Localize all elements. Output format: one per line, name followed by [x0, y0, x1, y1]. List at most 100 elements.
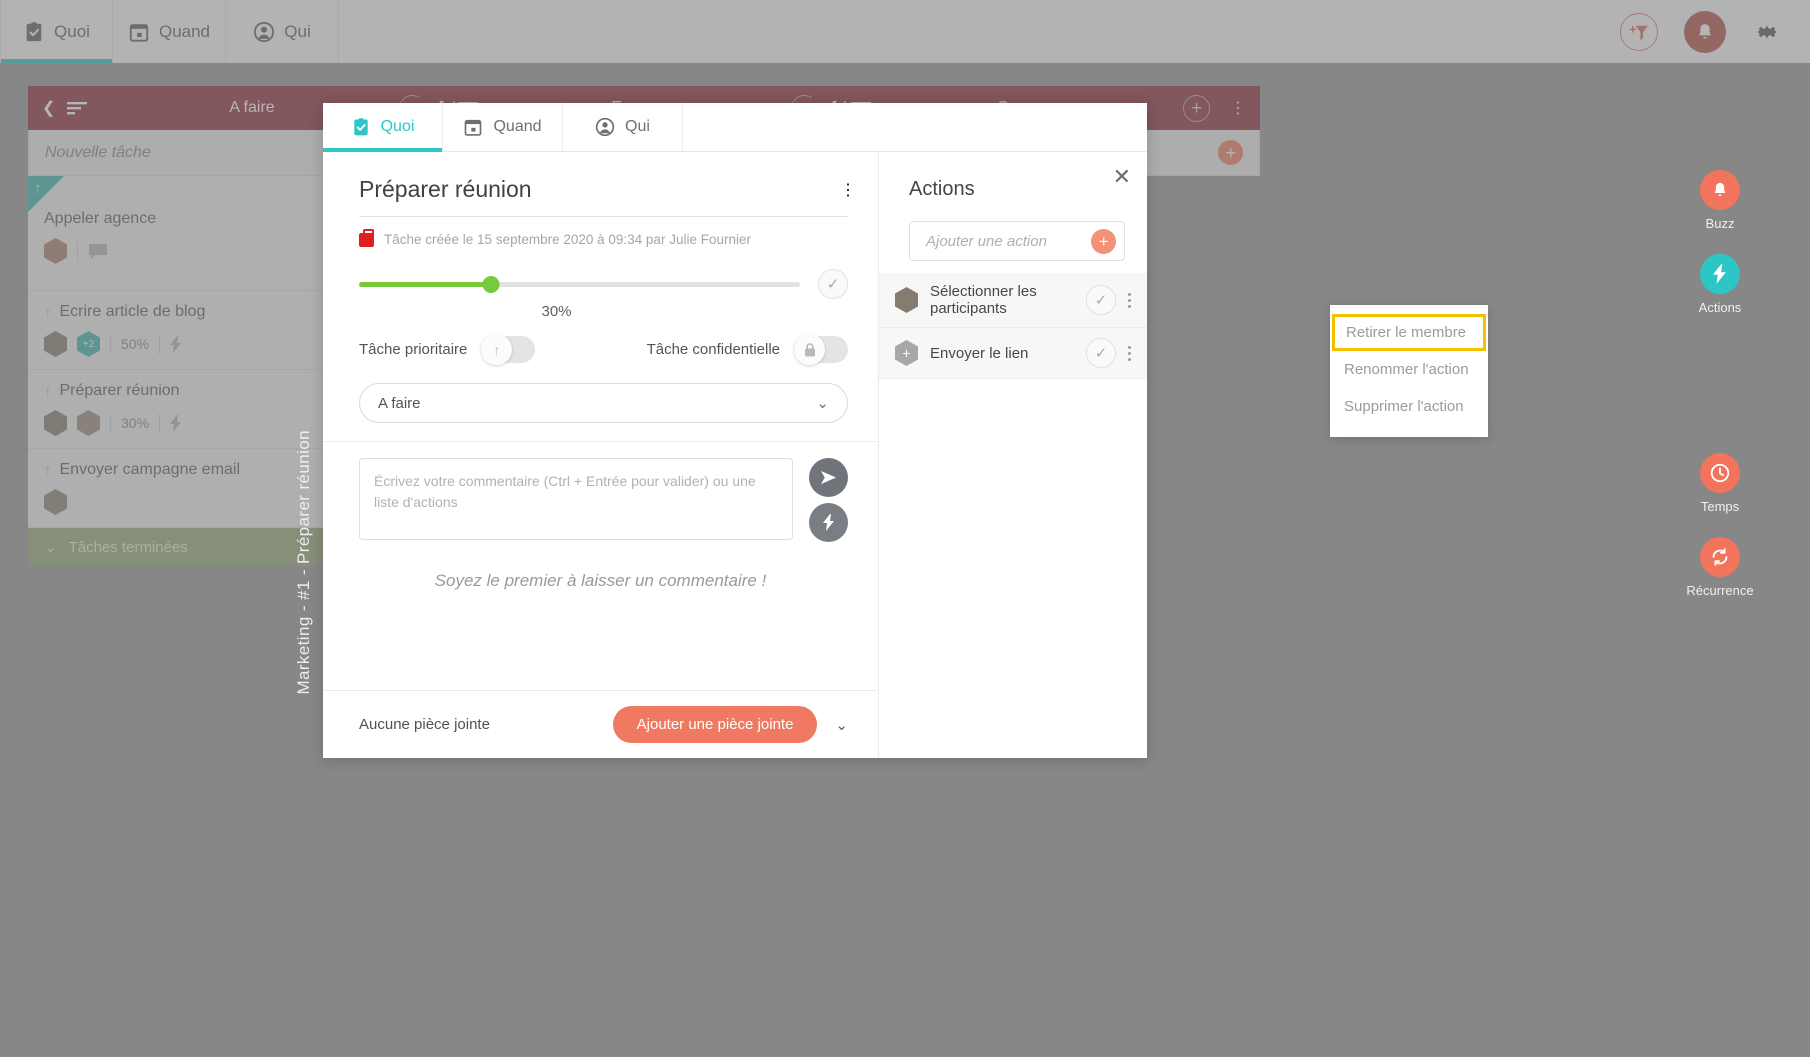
clipboard-check-icon: [353, 118, 368, 136]
task-title: Préparer réunion: [359, 176, 848, 217]
settings-button[interactable]: [1752, 17, 1782, 47]
task-toggles: Tâche prioritaire ↑ Tâche confidentielle: [323, 320, 878, 365]
add-member-icon[interactable]: +: [895, 340, 918, 366]
tab-quoi[interactable]: Quoi: [323, 103, 443, 152]
new-task-placeholder: Nouvelle tâche: [45, 143, 151, 161]
rail-item-temps[interactable]: Temps: [1672, 453, 1768, 514]
app-root: Quoi Quand Qui ❮ A faire Nouvelle tâche …: [0, 0, 1810, 1057]
status-select[interactable]: A faire ⌄: [359, 383, 848, 423]
tab-qui[interactable]: Qui: [563, 103, 683, 151]
briefcase-icon: [359, 228, 374, 247]
slider-knob[interactable]: [482, 275, 500, 293]
comment-input[interactable]: Écrivez votre commentaire (Ctrl + Entrée…: [359, 458, 793, 540]
comment-icon: [89, 243, 107, 259]
clipboard-check-icon: [26, 21, 42, 41]
priority-toggle[interactable]: ↑: [481, 334, 536, 365]
add-column-button[interactable]: +: [1183, 95, 1210, 122]
top-tab-quoi[interactable]: Quoi: [0, 0, 113, 63]
divider: [159, 413, 161, 433]
notifications-button[interactable]: [1684, 10, 1726, 53]
arrow-up-icon: ↑: [44, 382, 52, 400]
quick-action-button[interactable]: [809, 503, 848, 542]
top-tab-label: Qui: [284, 21, 311, 41]
tab-quand[interactable]: Quand: [443, 103, 563, 151]
comment-buttons: [809, 458, 848, 542]
top-tab-label: Quoi: [54, 21, 90, 41]
send-icon: [821, 470, 836, 485]
task-card-percent: 50%: [121, 336, 150, 352]
action-menu-icon[interactable]: [1128, 345, 1131, 361]
add-action-button[interactable]: +: [1091, 228, 1116, 254]
modal-header: Préparer réunion ⋮ Tâche créée le 15 sep…: [323, 152, 878, 247]
top-nav: Quoi Quand Qui: [0, 0, 339, 63]
rail-item-buzz[interactable]: Buzz: [1672, 170, 1768, 231]
modal-main-panel: Préparer réunion ⋮ Tâche créée le 15 sep…: [323, 152, 879, 758]
progress-slider-row: ✓: [323, 247, 878, 299]
filter-add-button[interactable]: [1620, 12, 1658, 51]
attachment-status: Aucune pièce jointe: [359, 716, 490, 733]
completed-tasks-label: Tâches terminées: [68, 538, 188, 556]
task-detail-modal: Quoi Quand Qui Préparer réunion ⋮ Tâche …: [323, 103, 1147, 758]
lightning-icon: [170, 335, 182, 353]
action-label: Envoyer le lien: [930, 344, 1029, 362]
column-menu-icon[interactable]: ⋮: [1230, 98, 1246, 118]
action-item[interactable]: + Envoyer le lien ✓: [879, 328, 1147, 379]
add-action-input[interactable]: Ajouter une action +: [909, 221, 1125, 261]
confidential-label: Tâche confidentielle: [646, 341, 780, 358]
rail-item-actions[interactable]: Actions: [1672, 254, 1768, 315]
action-check-button[interactable]: ✓: [1086, 285, 1116, 315]
top-tab-quand[interactable]: Quand: [113, 0, 226, 63]
rail-label: Récurrence: [1686, 583, 1754, 598]
sort-icon[interactable]: [67, 101, 88, 115]
status-select-row: A faire ⌄: [323, 363, 878, 441]
actions-panel: ✕ Actions Ajouter une action + Sélection…: [879, 152, 1147, 758]
tab-label: Qui: [625, 118, 650, 135]
task-card-percent: 30%: [121, 415, 150, 431]
chevron-down-icon[interactable]: ⌄: [835, 716, 848, 734]
top-bar: Quoi Quand Qui: [0, 0, 1810, 63]
clock-icon: [1700, 453, 1740, 493]
context-menu-item-renommer-action[interactable]: Renommer l'action: [1330, 351, 1488, 388]
divider: [110, 334, 111, 354]
confidential-toggle-group: Tâche confidentielle: [646, 334, 848, 365]
priority-label: Tâche prioritaire: [359, 341, 468, 358]
action-check-button[interactable]: ✓: [1086, 338, 1116, 368]
attachment-bar: Aucune pièce jointe Ajouter une pièce jo…: [323, 690, 878, 758]
action-label: Sélectionner les participants: [930, 283, 1037, 317]
task-created-text: Tâche créée le 15 septembre 2020 à 09:34…: [384, 232, 751, 247]
action-item[interactable]: Sélectionner les participants ✓: [879, 273, 1147, 328]
add-task-button[interactable]: +: [1218, 140, 1243, 165]
send-comment-button[interactable]: [809, 458, 848, 497]
context-menu-item-supprimer-action[interactable]: Supprimer l'action: [1330, 388, 1488, 425]
modal-body: Préparer réunion ⋮ Tâche créée le 15 sep…: [323, 152, 1147, 758]
refresh-icon: [1700, 537, 1740, 577]
progress-slider[interactable]: [359, 275, 800, 293]
status-select-value: A faire: [378, 394, 421, 412]
rail-item-recurrence[interactable]: Récurrence: [1672, 537, 1768, 598]
calendar-icon: [465, 119, 482, 136]
arrow-up-icon: ↑: [44, 461, 52, 479]
action-menu-icon[interactable]: [1128, 292, 1131, 308]
bell-icon: [1699, 23, 1711, 39]
task-menu-icon[interactable]: ⋮: [840, 180, 856, 200]
modal-tabs: Quoi Quand Qui: [323, 103, 1147, 152]
column-header-left: ❮: [42, 98, 88, 118]
actions-panel-title: Actions: [909, 178, 975, 200]
breadcrumb-vertical: Marketing - #1 - Préparer réunion: [294, 430, 313, 695]
rail-label: Actions: [1698, 300, 1742, 315]
avatar-extra-count: +2: [77, 331, 100, 357]
priority-toggle-group: Tâche prioritaire ↑: [359, 334, 536, 365]
action-context-menu: Retirer le membre Renommer l'action Supp…: [1330, 305, 1488, 437]
chevron-down-icon: ⌄: [816, 395, 829, 412]
calendar-icon: [129, 23, 149, 42]
confidential-toggle[interactable]: [794, 334, 848, 365]
arrow-up-icon: ↑: [44, 303, 52, 321]
complete-task-button[interactable]: ✓: [818, 269, 848, 299]
collapse-left-icon[interactable]: ❮: [42, 98, 55, 118]
context-menu-item-retirer-membre[interactable]: Retirer le membre: [1332, 314, 1486, 351]
add-attachment-button[interactable]: Ajouter une pièce jointe: [612, 706, 818, 743]
bell-glyph: [1714, 182, 1726, 196]
top-tab-qui[interactable]: Qui: [226, 0, 339, 63]
lightning-glyph: [1713, 264, 1726, 284]
close-icon[interactable]: ✕: [1113, 166, 1131, 188]
